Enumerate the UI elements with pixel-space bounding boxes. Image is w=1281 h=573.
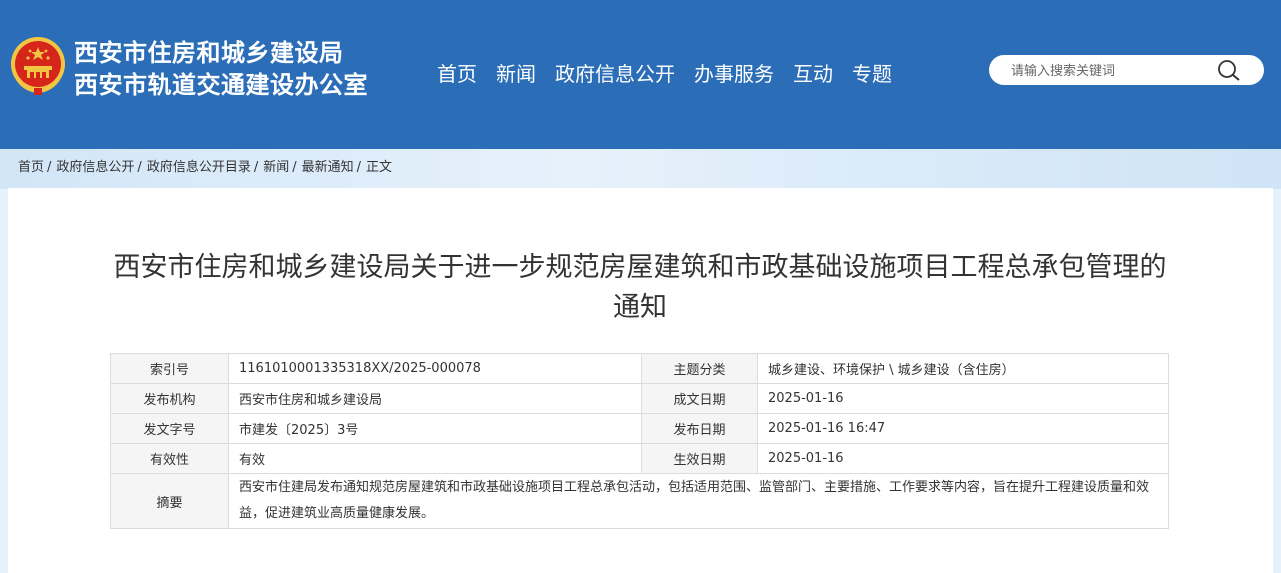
effective-date-label: 生效日期 — [641, 443, 758, 474]
nav-item-gov-info[interactable]: 政府信息公开 — [555, 59, 675, 89]
validity-value: 有效 — [228, 443, 642, 474]
table-row: 有效性 有效 生效日期 2025-01-16 — [110, 443, 1169, 474]
table-row: 摘要 西安市住建局发布通知规范房屋建筑和市政基础设施项目工程总承包活动，包括适用… — [110, 473, 1169, 529]
nav-item-news[interactable]: 新闻 — [496, 59, 536, 89]
org-name-line2: 西安市轨道交通建设办公室 — [74, 71, 368, 99]
nav-item-topics[interactable]: 专题 — [852, 59, 892, 89]
nav-item-services[interactable]: 办事服务 — [694, 59, 774, 89]
site-header: 西安市住房和城乡建设局 西安市轨道交通建设办公室 首页 新闻 政府信息公开 办事… — [0, 0, 1281, 149]
nav-item-home[interactable]: 首页 — [437, 59, 477, 89]
org-name-line1: 西安市住房和城乡建设局 — [74, 39, 344, 67]
table-row: 发布机构 西安市住房和城乡建设局 成文日期 2025-01-16 — [110, 383, 1169, 414]
topic-label: 主题分类 — [641, 353, 758, 384]
doc-number-label: 发文字号 — [110, 413, 229, 444]
index-value: 1161010001335318XX/2025-000078 — [228, 353, 642, 384]
created-date-value: 2025-01-16 — [757, 383, 1169, 414]
search-input[interactable] — [1009, 55, 1213, 87]
breadcrumb-home[interactable]: 首页 — [18, 160, 44, 175]
breadcrumb-separator: / — [356, 160, 362, 175]
table-row: 索引号 1161010001335318XX/2025-000078 主题分类 … — [110, 353, 1169, 384]
nav-item-interaction[interactable]: 互动 — [793, 59, 833, 89]
breadcrumb: 首页 / 政府信息公开 / 政府信息公开目录 / 新闻 / 最新通知 / 正文 — [18, 159, 392, 177]
validity-label: 有效性 — [110, 443, 229, 474]
national-emblem-icon — [11, 37, 65, 95]
breadcrumb-news[interactable]: 新闻 — [263, 160, 289, 175]
publisher-label: 发布机构 — [110, 383, 229, 414]
article-title: 西安市住房和城乡建设局关于进一步规范房屋建筑和市政基础设施项目工程总承包管理的通… — [113, 252, 1167, 323]
breadcrumb-separator: / — [292, 160, 297, 175]
breadcrumb-gov-info[interactable]: 政府信息公开 — [56, 160, 134, 175]
publish-date-label: 发布日期 — [641, 413, 758, 444]
metadata-table: 索引号 1161010001335318XX/2025-000078 主题分类 … — [110, 353, 1169, 529]
effective-date-value: 2025-01-16 — [757, 443, 1169, 474]
breadcrumb-separator: / — [253, 160, 259, 175]
created-date-label: 成文日期 — [641, 383, 758, 414]
doc-number-value: 市建发〔2025〕3号 — [228, 413, 642, 444]
abstract-label: 摘要 — [110, 473, 229, 529]
search-icon[interactable] — [1216, 59, 1242, 81]
abstract-value: 西安市住建局发布通知规范房屋建筑和市政基础设施项目工程总承包活动，包括适用范围、… — [228, 473, 1169, 529]
publish-date-value: 2025-01-16 16:47 — [757, 413, 1169, 444]
publisher-value: 西安市住房和城乡建设局 — [228, 383, 642, 414]
breadcrumb-latest-notice[interactable]: 最新通知 — [302, 160, 354, 175]
table-row: 发文字号 市建发〔2025〕3号 发布日期 2025-01-16 16:47 — [110, 413, 1169, 444]
breadcrumb-gov-info-catalog[interactable]: 政府信息公开目录 — [147, 160, 251, 175]
breadcrumb-current: 正文 — [366, 160, 393, 175]
breadcrumb-separator: / — [137, 160, 142, 175]
index-label: 索引号 — [110, 353, 229, 384]
search-box — [989, 55, 1264, 87]
topic-value: 城乡建设、环境保护 \ 城乡建设（含住房） — [757, 353, 1169, 384]
breadcrumb-separator: / — [47, 160, 52, 175]
main-nav: 首页 新闻 政府信息公开 办事服务 互动 专题 — [437, 59, 911, 89]
org-name: 西安市住房和城乡建设局 西安市轨道交通建设办公室 — [74, 37, 368, 101]
